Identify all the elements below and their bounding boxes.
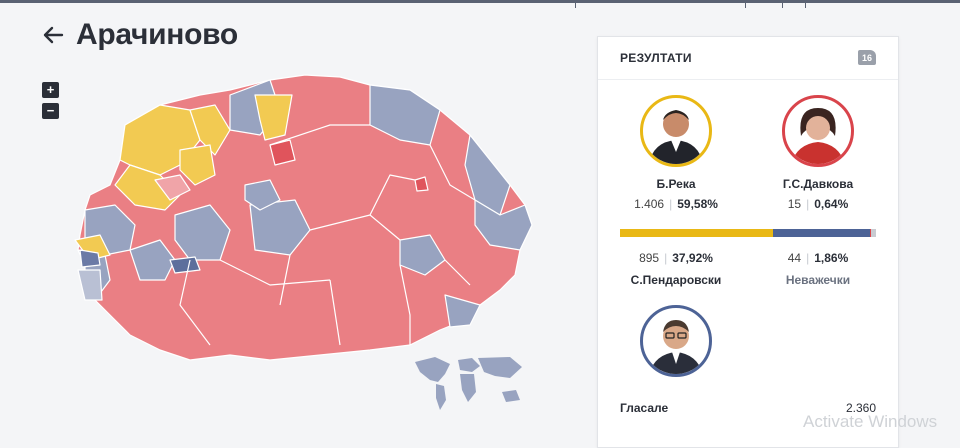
map-region bbox=[415, 357, 522, 410]
candidate-name: Г.С.Давкова bbox=[782, 177, 854, 191]
map-region bbox=[414, 176, 429, 192]
vote-count: 15 bbox=[787, 197, 802, 211]
reka-share-segment bbox=[620, 229, 773, 237]
results-panel: РЕЗУЛТАТИ 16 Б.Река 1.406 | 59,58% Г.С.Дав… bbox=[597, 36, 899, 448]
avatar bbox=[640, 95, 712, 167]
avatar bbox=[782, 95, 854, 167]
candidate-pendarovski[interactable]: 895 | 37,92% С.Пендаровски bbox=[611, 251, 741, 287]
page-title: Арачиново bbox=[76, 18, 238, 51]
invalid-share-segment bbox=[871, 229, 876, 237]
top-rule bbox=[0, 0, 960, 8]
avatar bbox=[640, 305, 712, 377]
zoom-out-button[interactable]: − bbox=[42, 103, 59, 119]
vote-share-bar bbox=[620, 229, 876, 237]
vote-percent: 59,58% bbox=[677, 197, 718, 211]
zoom-in-button[interactable]: + bbox=[42, 82, 59, 98]
page-header: Арачиново bbox=[38, 18, 238, 52]
world-inset-map[interactable] bbox=[410, 352, 530, 414]
candidate-name: Б.Река bbox=[656, 177, 696, 191]
map-region bbox=[169, 256, 201, 274]
municipality-map[interactable] bbox=[70, 65, 540, 365]
candidate-reka[interactable]: Б.Река 1.406 | 59,58% bbox=[611, 95, 741, 211]
vote-count: 1.406 bbox=[634, 197, 665, 211]
invalid-ballots: 44 | 1,86% Неважечки bbox=[753, 251, 883, 287]
vote-count: 895 bbox=[639, 251, 660, 265]
windows-activation-watermark: Activate Windows bbox=[803, 412, 938, 431]
pendarovski-share-segment bbox=[772, 229, 870, 237]
back-button[interactable] bbox=[38, 20, 68, 50]
candidate-name: Неважечки bbox=[785, 273, 851, 287]
map-region bbox=[77, 269, 103, 301]
summary-label: Гласале bbox=[620, 401, 669, 415]
vote-count: 44 bbox=[787, 251, 802, 265]
vote-percent: 0,64% bbox=[814, 197, 849, 211]
candidate-name: С.Пендаровски bbox=[630, 273, 722, 287]
vote-percent: 1,86% bbox=[814, 251, 849, 265]
folder-count-badge[interactable]: 16 bbox=[858, 50, 876, 65]
results-header: РЕЗУЛТАТИ 16 bbox=[598, 37, 898, 80]
map-region bbox=[79, 249, 101, 268]
vote-percent: 37,92% bbox=[672, 251, 713, 265]
candidate-davkova[interactable]: Г.С.Давкова 15 | 0,64% bbox=[753, 95, 883, 211]
pendarovski-avatar-wrap[interactable] bbox=[611, 305, 741, 377]
results-title: РЕЗУЛТАТИ bbox=[620, 51, 692, 65]
arrow-left-icon bbox=[43, 26, 64, 44]
